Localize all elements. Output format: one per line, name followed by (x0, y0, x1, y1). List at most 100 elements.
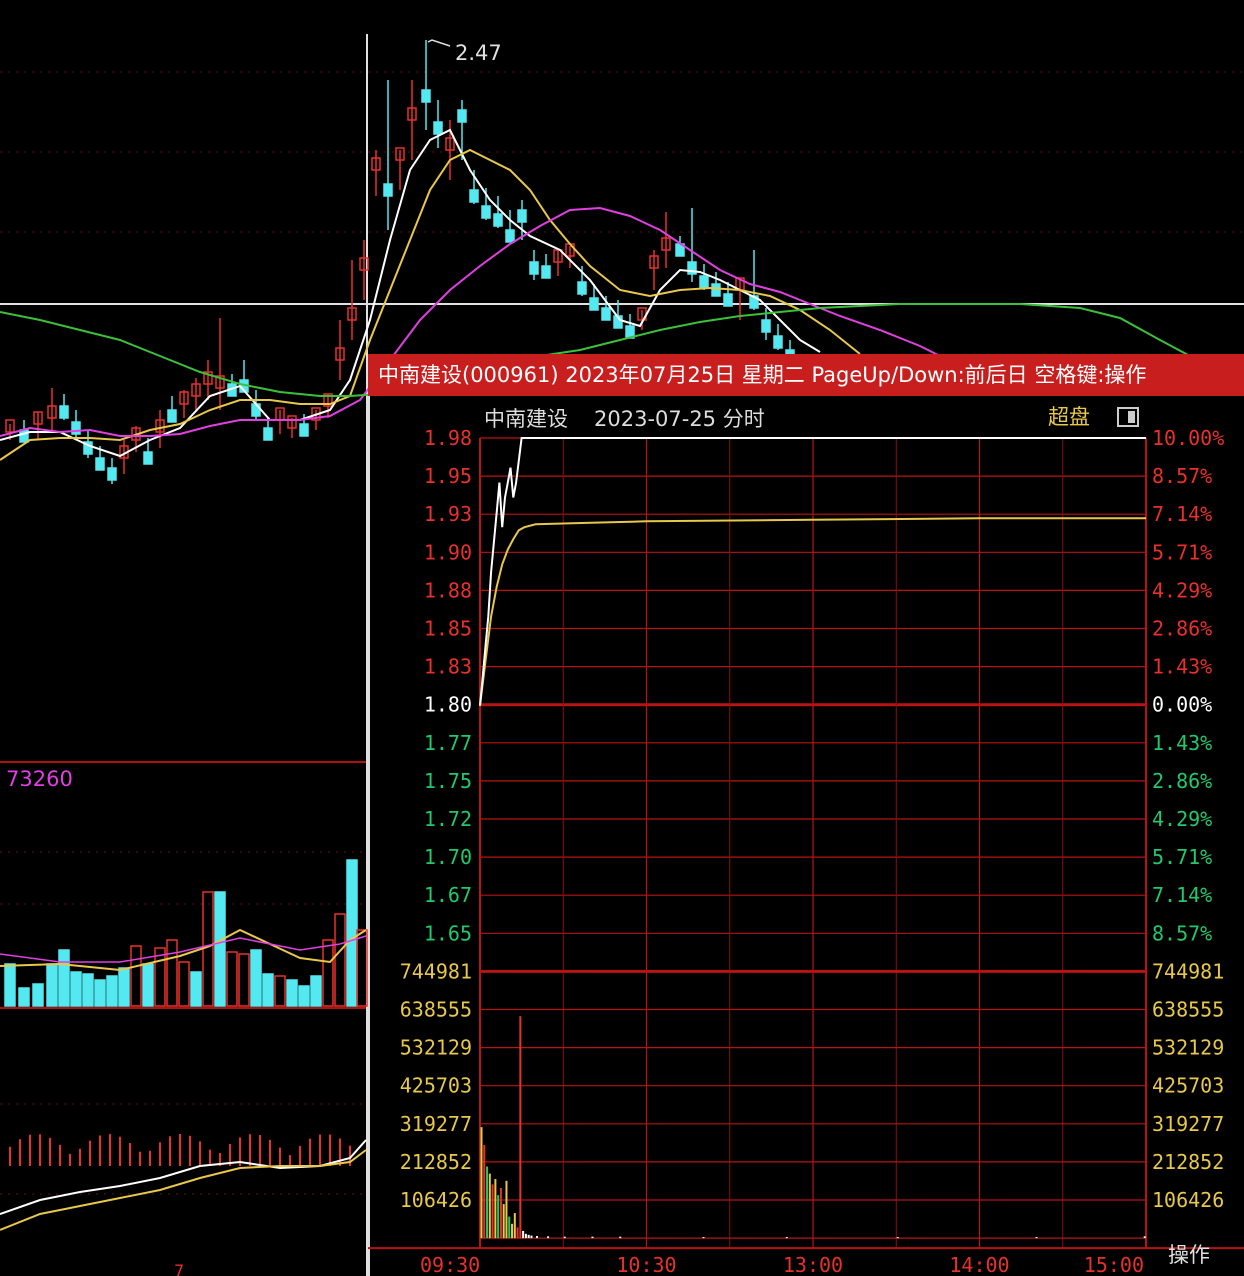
candle-body (421, 89, 431, 103)
volume-bar (238, 953, 250, 1007)
pct-tick-label: 1.43% (1152, 731, 1212, 755)
volume-bar (356, 929, 368, 1007)
super-chart-label[interactable]: 超盘 (1048, 405, 1090, 429)
candle-body (529, 261, 539, 275)
candle-body (457, 109, 467, 123)
candle-body (505, 229, 515, 243)
candle-body (589, 297, 599, 311)
volume-bar (190, 971, 202, 1007)
subheader-date: 2023-07-25 分时 (594, 407, 765, 431)
candle-body (723, 293, 733, 307)
price-tick-label: 1.70 (424, 845, 472, 869)
volume-tick-label-right: 425703 (1152, 1074, 1224, 1098)
candle-body (433, 121, 443, 135)
volume-bar (154, 947, 166, 1007)
candle-body (143, 451, 153, 465)
volume-bar (226, 951, 238, 1007)
volume-bar (4, 963, 16, 1007)
time-tick-label: 15:00 (1084, 1253, 1144, 1276)
price-tick-label: 1.72 (424, 807, 472, 831)
volume-bar (82, 973, 94, 1007)
pct-tick-label: 8.57% (1152, 921, 1212, 945)
popup-title-bar[interactable]: 中南建设(000961) 2023年07月25日 星期二 PageUp/Down… (368, 354, 1244, 396)
volume-bar (118, 967, 130, 1007)
volume-bar (298, 985, 310, 1007)
indicator-line-yellow (0, 1149, 367, 1231)
price-tick-label: 1.93 (424, 502, 472, 526)
candle-body (383, 183, 393, 197)
volume-tick-label-right: 106426 (1152, 1188, 1224, 1212)
candle-body (167, 409, 177, 423)
bottom-tick-label: 7 (174, 1261, 184, 1276)
pct-tick-label: 7.14% (1152, 502, 1212, 526)
volume-bar (310, 975, 322, 1007)
price-tick-label: 1.67 (424, 883, 472, 907)
candle-body (19, 429, 29, 443)
volume-bar (166, 939, 178, 1007)
time-tick-label: 09:30 (420, 1253, 480, 1276)
price-tick-label: 1.98 (424, 426, 472, 450)
indicator-bars (0, 1134, 367, 1231)
volume-ma-line (0, 928, 367, 972)
volume-tick-label: 532129 (400, 1036, 472, 1060)
ops-button[interactable]: 操作 (1168, 1243, 1210, 1267)
candle-body (59, 405, 69, 419)
price-tick-label: 1.95 (424, 464, 472, 488)
volume-tick-label: 106426 (400, 1188, 472, 1212)
volume-bar (142, 963, 154, 1007)
volume-tick-label-right: 638555 (1152, 998, 1224, 1022)
pct-tick-label: 4.29% (1152, 807, 1212, 831)
volume-bar (58, 949, 70, 1007)
volume-tick-label: 212852 (400, 1150, 472, 1174)
pct-tick-label: 5.71% (1152, 540, 1212, 564)
price-tick-label: 1.85 (424, 617, 472, 641)
volume-bar (262, 973, 274, 1007)
volume-bar (250, 949, 262, 1007)
volume-tick-label-right: 744981 (1152, 959, 1224, 983)
volume-bar (130, 945, 142, 1007)
intraday-popup: 中南建设(000961) 2023年07月25日 星期二 PageUp/Down… (368, 354, 1244, 1276)
volume-bar (322, 939, 334, 1007)
peak-price-label: 2.47 (455, 41, 502, 65)
price-tick-label: 1.80 (424, 693, 472, 717)
candle-body (469, 189, 479, 203)
indicator-line-white (0, 1139, 367, 1215)
intraday-chart: 中南建设 2023-07-25 分时 超盘 1.98 1.95 1.93 1.90 1.… (368, 396, 1244, 1276)
time-tick-label: 10:30 (616, 1253, 676, 1276)
candle-body (107, 467, 117, 481)
volume-tick-label-right: 532129 (1152, 1036, 1224, 1060)
price-tick-label: 1.65 (424, 921, 472, 945)
candle-body (517, 209, 527, 223)
price-tick-label: 1.90 (424, 540, 472, 564)
candle-body (773, 335, 783, 349)
volume-tick-label: 638555 (400, 998, 472, 1022)
candle-body (711, 283, 721, 297)
volume-bar (274, 975, 286, 1007)
candle-body (299, 423, 309, 437)
volume-bar (94, 979, 106, 1007)
volume-bar (32, 983, 44, 1007)
candle-body (541, 265, 551, 279)
candle-body (761, 319, 771, 333)
volume-tick-label-right: 319277 (1152, 1112, 1224, 1136)
pct-tick-label: 5.71% (1152, 845, 1212, 869)
candle-body (481, 205, 491, 219)
volume-bar (346, 859, 358, 1007)
pct-tick-label: 10.00% (1152, 426, 1224, 450)
volume-bar (106, 975, 118, 1007)
volume-label: 73260 (6, 767, 73, 791)
volume-bar (202, 891, 214, 1007)
volume-bar (70, 971, 82, 1007)
volume-tick-label-right: 212852 (1152, 1150, 1224, 1174)
candle-body (601, 307, 611, 321)
price-tick-label: 1.75 (424, 769, 472, 793)
volume-tick-label: 744981 (400, 959, 472, 983)
volume-tick-label: 319277 (400, 1112, 472, 1136)
peak-marker (427, 39, 451, 47)
volume-bar (178, 961, 190, 1007)
price-tick-label: 1.83 (424, 655, 472, 679)
pct-tick-label: 4.29% (1152, 578, 1212, 602)
candle-body (263, 427, 273, 441)
volume-tick-label: 425703 (400, 1074, 472, 1098)
candle-body (577, 281, 587, 295)
